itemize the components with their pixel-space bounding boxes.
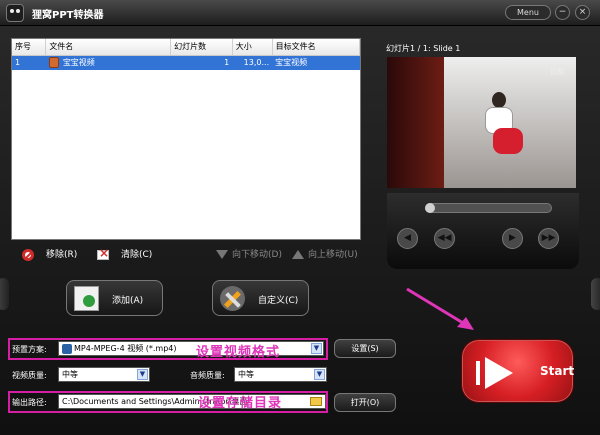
preset-value: MP4-MPEG-4 视频 (*.mp4) (74, 344, 177, 353)
arrow-down-icon (216, 250, 228, 259)
pink-pointer-arrow (406, 287, 474, 330)
clear-label: 清除(C) (121, 250, 153, 260)
clear-icon (97, 246, 109, 260)
remove-label: 移除(R) (46, 250, 78, 260)
app-logo-icon (6, 4, 24, 22)
right-window-rail (591, 278, 600, 310)
video-format-annotation: 设置视频格式 (196, 345, 281, 360)
open-button[interactable]: 打开(O) (334, 393, 396, 412)
move-up-button[interactable]: 向上移动(U) (292, 248, 358, 262)
add-button-label: 添加(A) (112, 296, 144, 306)
output-path-label: 输出路径: (12, 398, 47, 407)
table-row[interactable]: 1 宝宝视频 1 13,0... 宝宝视频 (12, 55, 360, 70)
move-down-button[interactable]: 向下移动(D) (216, 248, 282, 262)
seek-thumb[interactable] (425, 203, 435, 213)
start-label: Start (540, 364, 575, 378)
video-icon (62, 344, 72, 354)
close-button[interactable]: × (575, 5, 590, 20)
row-filename[interactable]: 宝宝视频 (45, 55, 171, 70)
add-button[interactable]: 添加(A) (66, 280, 163, 316)
video-quality-select[interactable]: 中等 ▼ (58, 367, 150, 382)
video-quality-value: 中等 (62, 370, 78, 379)
chevron-down-icon[interactable]: ▼ (314, 369, 325, 380)
rewind-button[interactable]: ◀◀ (434, 228, 455, 249)
file-table[interactable]: 序号 文件名 幻灯片数 大小 目标文件名 1 宝宝视频 1 13,0... 宝宝… (12, 39, 361, 70)
column-target-filename[interactable]: 目标文件名 (272, 39, 361, 56)
audio-quality-label: 音频质量: (190, 371, 225, 380)
settings-button[interactable]: 设置(S) (334, 339, 396, 358)
chevron-down-icon[interactable]: ▼ (137, 369, 148, 380)
baby-figure (483, 92, 525, 167)
row-target-filename[interactable]: 宝宝视频 (272, 55, 360, 70)
folder-icon[interactable] (310, 397, 322, 406)
slide-preview-image: 优酷 (387, 57, 576, 188)
add-icon (74, 286, 99, 311)
output-path-field[interactable]: C:\Documents and Settings\Administrator\… (58, 394, 326, 409)
window-title: 狸窝PPT转换器 (32, 10, 104, 21)
menu-button[interactable]: Menu (505, 5, 551, 20)
clear-button[interactable]: 清除(C) (97, 246, 153, 262)
baby-head (492, 92, 506, 108)
ppt-icon (48, 57, 59, 69)
slide-preview-label: 幻灯片1 / 1: Slide 1 (386, 44, 461, 53)
column-index[interactable]: 序号 (12, 39, 47, 56)
preset-label: 预置方案: (12, 345, 47, 354)
ppt-converter-window: 狸窝PPT转换器 Menu − × 序号 文件名 幻灯片数 大小 目标文件名 1… (0, 0, 600, 435)
tools-icon (220, 286, 245, 311)
video-quality-label: 视频质量: (12, 371, 47, 380)
column-size[interactable]: 大小 (232, 39, 273, 56)
move-up-label: 向上移动(U) (308, 250, 358, 260)
file-table-header: 序号 文件名 幻灯片数 大小 目标文件名 (12, 39, 361, 56)
preview-seek-bar[interactable] (425, 203, 552, 213)
storage-directory-annotation: 设置存储目录 (198, 396, 283, 411)
preview-wall (387, 57, 447, 188)
baby-red-pants (493, 128, 523, 154)
move-down-label: 向下移动(D) (232, 250, 282, 260)
column-slide-count[interactable]: 幻灯片数 (170, 39, 233, 56)
row-index[interactable]: 1 (12, 55, 46, 70)
minimize-button[interactable]: − (555, 5, 570, 20)
customize-button[interactable]: 自定义(C) (212, 280, 309, 316)
next-icon: ▶▶ (541, 233, 556, 243)
arrow-up-icon (292, 250, 304, 259)
start-button[interactable]: Start (461, 339, 574, 403)
video-watermark: 优酷 (550, 68, 564, 76)
media-player-controls: ◀ ◀◀ ▶ ▶▶ (387, 193, 579, 269)
audio-quality-value: 中等 (238, 370, 254, 379)
remove-button[interactable]: 移除(R) (22, 248, 77, 262)
title-bar[interactable]: 狸窝PPT转换器 Menu − × (0, 0, 600, 26)
previous-button[interactable]: ◀ (397, 228, 418, 249)
row-size[interactable]: 13,0... (232, 55, 273, 70)
chevron-down-icon[interactable]: ▼ (311, 343, 322, 354)
play-icon: ▶ (509, 233, 516, 243)
play-button[interactable]: ▶ (502, 228, 523, 249)
preset-select[interactable]: MP4-MPEG-4 视频 (*.mp4) ▼ (58, 341, 324, 356)
remove-icon (22, 248, 34, 261)
left-window-rail (0, 278, 9, 310)
customize-button-label: 自定义(C) (258, 296, 299, 306)
audio-quality-select[interactable]: 中等 ▼ (234, 367, 327, 382)
file-list-panel[interactable]: 序号 文件名 幻灯片数 大小 目标文件名 1 宝宝视频 1 13,0... 宝宝… (11, 38, 361, 240)
next-button[interactable]: ▶▶ (538, 228, 559, 249)
row-slide-count[interactable]: 1 (170, 55, 233, 70)
start-icon (476, 357, 520, 389)
rewind-icon: ◀◀ (437, 233, 452, 243)
row-filename-text: 宝宝视频 (62, 58, 95, 68)
column-filename[interactable]: 文件名 (45, 39, 172, 56)
previous-icon: ◀ (404, 233, 411, 243)
